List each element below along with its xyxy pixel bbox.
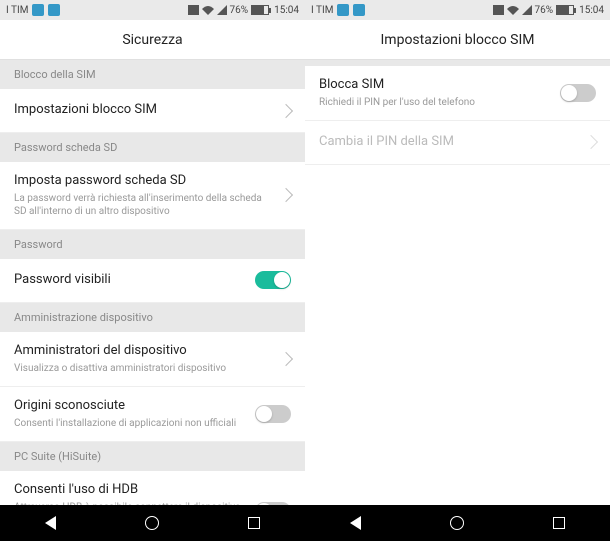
nav-home-icon[interactable] <box>450 516 464 530</box>
clock: 15:04 <box>579 5 604 16</box>
status-bar: I TIM 76% 15:04 <box>0 0 305 20</box>
nav-back-icon[interactable] <box>45 516 56 530</box>
signal-icon <box>522 5 532 15</box>
nav-bar <box>305 505 610 541</box>
chevron-right-icon <box>584 135 598 149</box>
row-sim-lock-settings[interactable]: Impostazioni blocco SIM <box>0 89 305 133</box>
page-title: Sicurezza <box>0 20 305 60</box>
notification-icon <box>337 4 349 16</box>
carrier-label: I TIM <box>6 5 28 16</box>
notification-icon <box>48 4 60 16</box>
row-subtitle: Consenti l'installazione di applicazioni… <box>14 417 247 430</box>
battery-pct: 76% <box>230 5 249 16</box>
row-passwords-visible[interactable]: Password visibili <box>0 259 305 303</box>
row-subtitle: Visualizza o disattiva amministratori di… <box>14 362 273 375</box>
nav-recent-icon[interactable] <box>553 517 565 529</box>
toggle-unknown-sources[interactable] <box>255 405 291 423</box>
data-icon <box>188 5 199 15</box>
carrier-label: I TIM <box>311 5 333 16</box>
row-title: Cambia il PIN della SIM <box>319 134 578 151</box>
chevron-right-icon <box>279 352 293 366</box>
nav-home-icon[interactable] <box>145 516 159 530</box>
row-subtitle: Attraverso HDB è possibile connettere il… <box>14 501 247 505</box>
toggle-allow-hdb[interactable] <box>255 502 291 505</box>
section-sd-password: Password scheda SD <box>0 133 305 162</box>
notification-icon <box>32 4 44 16</box>
row-device-admins[interactable]: Amministratori del dispositivo Visualizz… <box>0 332 305 387</box>
status-bar: I TIM 76% 15:04 <box>305 0 610 20</box>
data-icon <box>493 5 504 15</box>
row-title: Amministratori del dispositivo <box>14 343 273 360</box>
section-device-admin: Amministrazione dispositivo <box>0 303 305 332</box>
toggle-block-sim[interactable] <box>560 84 596 102</box>
nav-back-icon[interactable] <box>350 516 361 530</box>
row-subtitle: La password verrà richiesta all'inserime… <box>14 192 273 218</box>
row-title: Password visibili <box>14 272 247 289</box>
row-title: Consenti l'uso di HDB <box>14 482 247 499</box>
row-title: Imposta password scheda SD <box>14 173 273 190</box>
signal-icon <box>217 5 227 15</box>
row-title: Impostazioni blocco SIM <box>14 102 273 119</box>
section-pc-suite: PC Suite (HiSuite) <box>0 442 305 471</box>
row-title: Origini sconosciute <box>14 398 247 415</box>
chevron-right-icon <box>279 188 293 202</box>
row-subtitle: Richiedi il PIN per l'uso del telefono <box>319 96 552 109</box>
row-unknown-sources[interactable]: Origini sconosciute Consenti l'installaz… <box>0 387 305 442</box>
row-allow-hdb[interactable]: Consenti l'uso di HDB Attraverso HDB è p… <box>0 471 305 505</box>
section-password: Password <box>0 230 305 259</box>
battery-pct: 76% <box>535 5 554 16</box>
row-block-sim[interactable]: Blocca SIM Richiedi il PIN per l'uso del… <box>305 66 610 121</box>
battery-icon <box>251 5 271 15</box>
chevron-right-icon <box>279 103 293 117</box>
row-change-sim-pin: Cambia il PIN della SIM <box>305 121 610 165</box>
toggle-passwords-visible[interactable] <box>255 271 291 289</box>
screen-sim-lock-settings: I TIM 76% 15:04 Impostazioni blocco SIM … <box>305 0 610 541</box>
nav-bar <box>0 505 305 541</box>
wifi-icon <box>507 5 519 15</box>
nav-recent-icon[interactable] <box>248 517 260 529</box>
clock: 15:04 <box>274 5 299 16</box>
row-set-sd-password[interactable]: Imposta password scheda SD La password v… <box>0 162 305 230</box>
page-title: Impostazioni blocco SIM <box>305 20 610 60</box>
wifi-icon <box>202 5 214 15</box>
section-sim-lock: Blocco della SIM <box>0 60 305 89</box>
row-title: Blocca SIM <box>319 77 552 94</box>
battery-icon <box>556 5 576 15</box>
screen-security: I TIM 76% 15:04 Sicurezza Blocco della S… <box>0 0 305 541</box>
notification-icon <box>353 4 365 16</box>
